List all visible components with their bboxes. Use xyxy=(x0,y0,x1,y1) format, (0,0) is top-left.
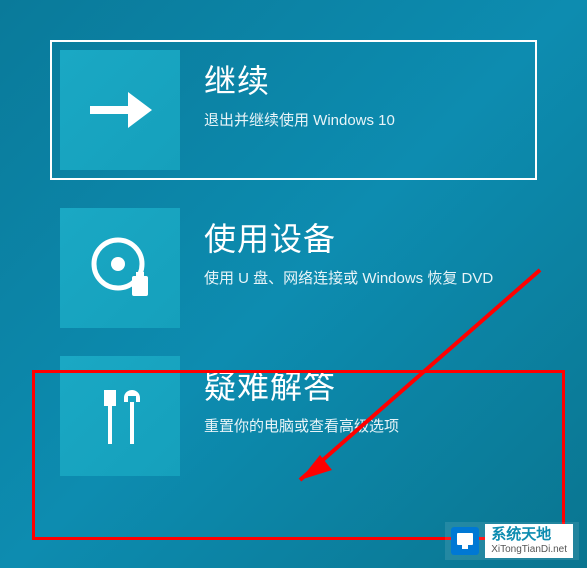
device-disc-icon xyxy=(80,228,160,308)
troubleshoot-title: 疑难解答 xyxy=(204,362,399,408)
continue-text: 继续 退出并继续使用 Windows 10 xyxy=(180,50,395,133)
use-device-subtitle: 使用 U 盘、网络连接或 Windows 恢复 DVD xyxy=(204,268,493,291)
option-continue[interactable]: 继续 退出并继续使用 Windows 10 xyxy=(50,40,537,180)
continue-subtitle: 退出并继续使用 Windows 10 xyxy=(204,110,395,133)
use-device-text: 使用设备 使用 U 盘、网络连接或 Windows 恢复 DVD xyxy=(180,208,493,291)
watermark: 系统天地 XiTongTianDi.net xyxy=(445,522,579,560)
continue-icon-box xyxy=(60,50,180,170)
continue-title: 继续 xyxy=(204,56,395,102)
arrow-right-icon xyxy=(80,70,160,150)
troubleshoot-subtitle: 重置你的电脑或查看高级选项 xyxy=(204,416,399,439)
watermark-url: XiTongTianDi.net xyxy=(491,544,567,556)
tools-icon xyxy=(80,376,160,456)
troubleshoot-text: 疑难解答 重置你的电脑或查看高级选项 xyxy=(180,356,399,439)
boot-options-menu: 继续 退出并继续使用 Windows 10 使用设备 使用 U 盘、网络连接或 … xyxy=(0,0,587,524)
troubleshoot-icon-box xyxy=(60,356,180,476)
watermark-logo-icon xyxy=(451,527,479,555)
use-device-icon-box xyxy=(60,208,180,328)
option-use-device[interactable]: 使用设备 使用 U 盘、网络连接或 Windows 恢复 DVD xyxy=(60,208,527,328)
watermark-name: 系统天地 xyxy=(491,526,567,544)
use-device-title: 使用设备 xyxy=(204,214,493,260)
option-troubleshoot[interactable]: 疑难解答 重置你的电脑或查看高级选项 xyxy=(60,356,527,476)
watermark-text: 系统天地 XiTongTianDi.net xyxy=(485,524,573,558)
